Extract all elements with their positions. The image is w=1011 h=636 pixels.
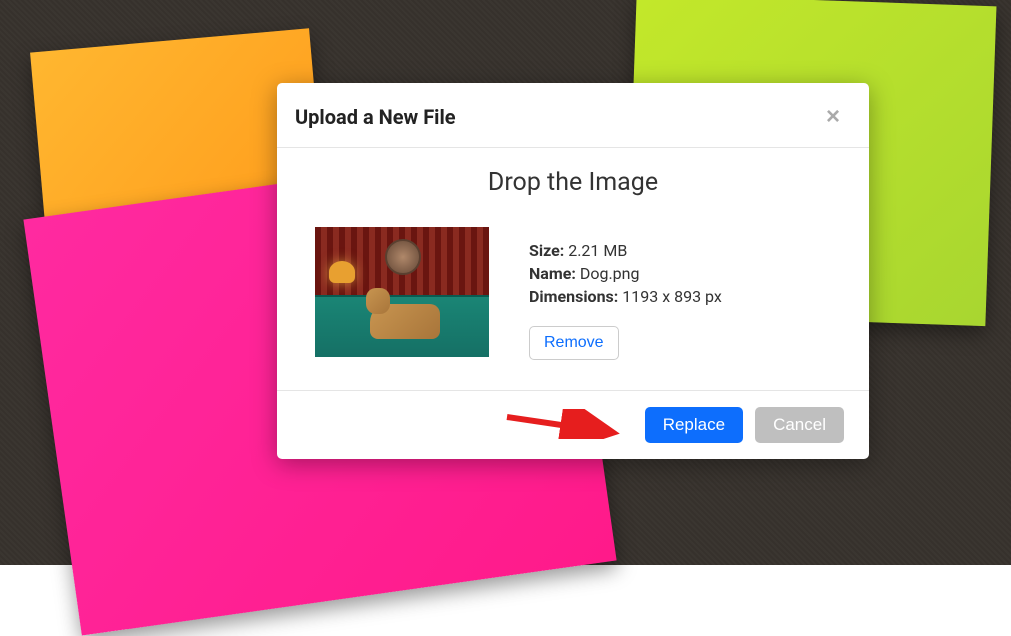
replace-button[interactable]: Replace [645,407,743,443]
file-name-label: Name: [529,264,576,283]
file-name-value: Dog.png [580,264,640,283]
file-size-label: Size: [529,241,564,260]
close-icon[interactable]: × [822,105,844,129]
file-size-value: 2.21 MB [568,241,627,260]
remove-button[interactable]: Remove [529,326,619,360]
file-dimensions-label: Dimensions: [529,287,618,306]
drop-area-title: Drop the Image [295,168,851,197]
modal-title: Upload a New File [295,105,456,129]
file-name-line: Name: Dog.png [529,264,831,283]
file-dimensions-value: 1193 x 893 px [622,287,722,306]
modal-header: Upload a New File × [277,83,869,148]
file-size-line: Size: 2.21 MB [529,241,831,260]
upload-file-modal: Upload a New File × Drop the Image Size:… [277,83,869,459]
file-details: Size: 2.21 MB Name: Dog.png Dimensions: … [529,227,831,360]
file-dimensions-line: Dimensions: 1193 x 893 px [529,287,831,306]
modal-body: Drop the Image Size: 2.21 MB Name: Dog.p… [277,148,869,390]
cancel-button[interactable]: Cancel [755,407,844,443]
annotation-arrow-icon [502,409,622,439]
image-preview-thumbnail[interactable] [315,227,489,357]
file-content-row: Size: 2.21 MB Name: Dog.png Dimensions: … [295,227,851,360]
modal-footer: Replace Cancel [277,390,869,459]
